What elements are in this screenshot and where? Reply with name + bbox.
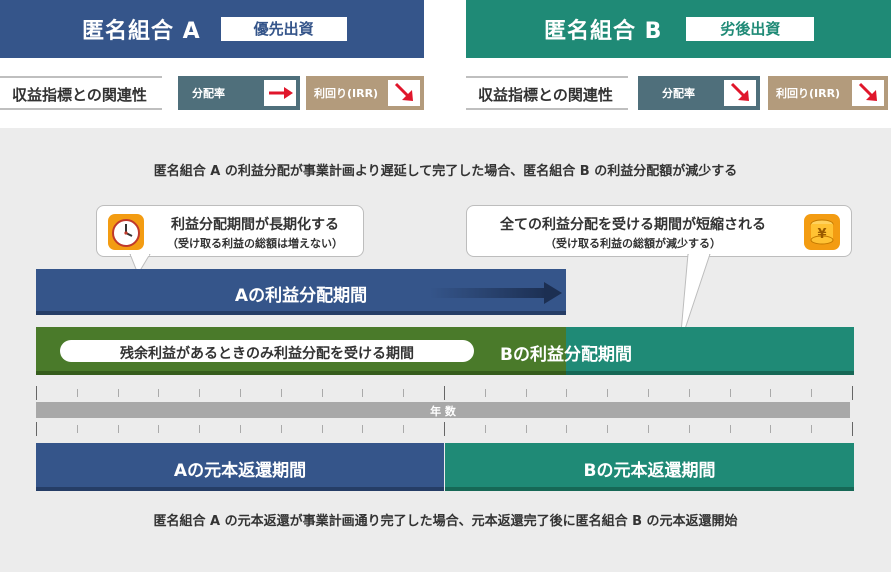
right-arrow-icon <box>264 80 296 106</box>
year-axis-tick <box>688 425 690 433</box>
a-principal-period-label: Aの元本返還期間 <box>173 461 307 481</box>
year-axis-tick <box>525 425 527 433</box>
year-axis-tick <box>199 425 201 433</box>
distribution-rate-label-b: 分配率 <box>662 87 695 100</box>
callout-b: 全ての利益分配を受ける期間が短縮される （受け取る利益の総額が減少する） ¥ <box>466 205 852 257</box>
year-axis-tick <box>36 386 37 400</box>
bottom-caption: 匿名組合 A の元本返還が事業計画通り完了した場合、元本返還完了後に匿名組合 B… <box>153 514 738 529</box>
year-axis-tick <box>76 425 78 433</box>
year-axis-tick <box>158 425 160 433</box>
year-axis-tick <box>770 425 772 433</box>
yield-label-b: 利回り(IRR) <box>776 87 841 100</box>
year-axis-tick <box>852 422 853 436</box>
year-axis-tick <box>729 425 731 433</box>
relation-label-b: 収益指標との関連性 <box>466 76 628 110</box>
yen-coin-icon: ¥ <box>803 213 841 255</box>
distribution-rate-indicator-a: 分配率 <box>178 76 300 110</box>
year-axis-tick <box>280 389 282 397</box>
year-axis-tick <box>525 389 527 397</box>
banner-b: 匿名組合 B 劣後出資 <box>466 0 891 58</box>
year-axis-tick <box>240 425 241 433</box>
year-axis-tick <box>444 422 445 436</box>
year-axis-tick <box>321 389 323 397</box>
callout-a: 利益分配期間が長期化する （受け取る利益の総額は増えない） <box>96 205 364 257</box>
banner-a-title: 匿名組合 A <box>82 19 201 44</box>
year-axis-tick <box>484 425 486 433</box>
callout-a-line2: （受け取る利益の総額は増えない） <box>167 237 343 250</box>
year-axis-tick <box>117 425 119 433</box>
b-principal-period-label: Bの元本返還期間 <box>583 461 716 481</box>
callout-a-line1: 利益分配期間が長期化する <box>171 217 339 233</box>
residual-period-label: 残余利益があるときのみ利益分配を受ける期間 <box>120 346 414 362</box>
banner-a: 匿名組合 A 優先出資 <box>0 0 424 58</box>
year-axis-tick <box>362 389 364 397</box>
year-axis-tick <box>403 389 405 397</box>
year-axis-tick <box>36 422 37 436</box>
banner-a-badge: 優先出資 <box>220 17 347 41</box>
year-axis-tick <box>648 389 649 397</box>
year-axis-tick <box>158 389 160 397</box>
year-axis-tick <box>811 425 813 433</box>
year-axis-tick <box>117 389 119 397</box>
b-profit-period-label: Bの利益分配期間 <box>500 345 632 365</box>
year-axis-ticks-top <box>36 386 853 400</box>
a-profit-period-label: Aの利益分配期間 <box>234 286 368 306</box>
year-axis-tick <box>566 425 568 433</box>
down-right-arrow-icon <box>388 80 420 106</box>
year-axis-tick <box>240 389 241 397</box>
year-axis-tick <box>607 425 609 433</box>
down-right-arrow-icon <box>724 80 756 106</box>
yield-indicator-b: 利回り(IRR) <box>768 76 888 110</box>
year-axis-tick <box>280 425 282 433</box>
year-axis-tick <box>444 386 445 400</box>
year-axis-tick <box>648 425 649 433</box>
year-axis-tick <box>76 389 78 397</box>
banner-b-title: 匿名組合 B <box>544 19 663 44</box>
year-axis-tick <box>484 389 486 397</box>
year-axis-label: 年 数 <box>430 405 456 418</box>
year-axis-tick <box>566 389 568 397</box>
distribution-rate-label-a: 分配率 <box>192 87 225 100</box>
year-axis-tick <box>199 389 201 397</box>
clock-icon <box>107 213 145 255</box>
relation-label-a: 収益指標との関連性 <box>0 76 162 110</box>
distribution-rate-indicator-b: 分配率 <box>638 76 760 110</box>
year-axis-tick <box>403 425 405 433</box>
year-axis-tick <box>729 389 731 397</box>
callout-b-line2: （受け取る利益の総額が減少する） <box>545 237 721 250</box>
year-axis-ticks-bottom <box>36 422 853 436</box>
banner-b-badge: 劣後出資 <box>686 17 815 41</box>
year-axis-tick <box>770 389 772 397</box>
svg-text:¥: ¥ <box>817 227 826 242</box>
year-axis-tick <box>811 389 813 397</box>
year-axis-tick <box>852 386 853 400</box>
yield-label-a: 利回り(IRR) <box>314 87 379 100</box>
down-right-arrow-icon <box>852 80 884 106</box>
callout-b-line1: 全ての利益分配を受ける期間が短縮される <box>500 217 766 233</box>
year-axis-tick <box>688 389 690 397</box>
yield-indicator-a: 利回り(IRR) <box>306 76 424 110</box>
year-axis-tick <box>362 425 364 433</box>
year-axis-tick <box>321 425 323 433</box>
year-axis-tick <box>607 389 609 397</box>
top-caption: 匿名組合 A の利益分配が事業計画より遅延して完了した場合、匿名組合 B の利益… <box>153 164 738 179</box>
